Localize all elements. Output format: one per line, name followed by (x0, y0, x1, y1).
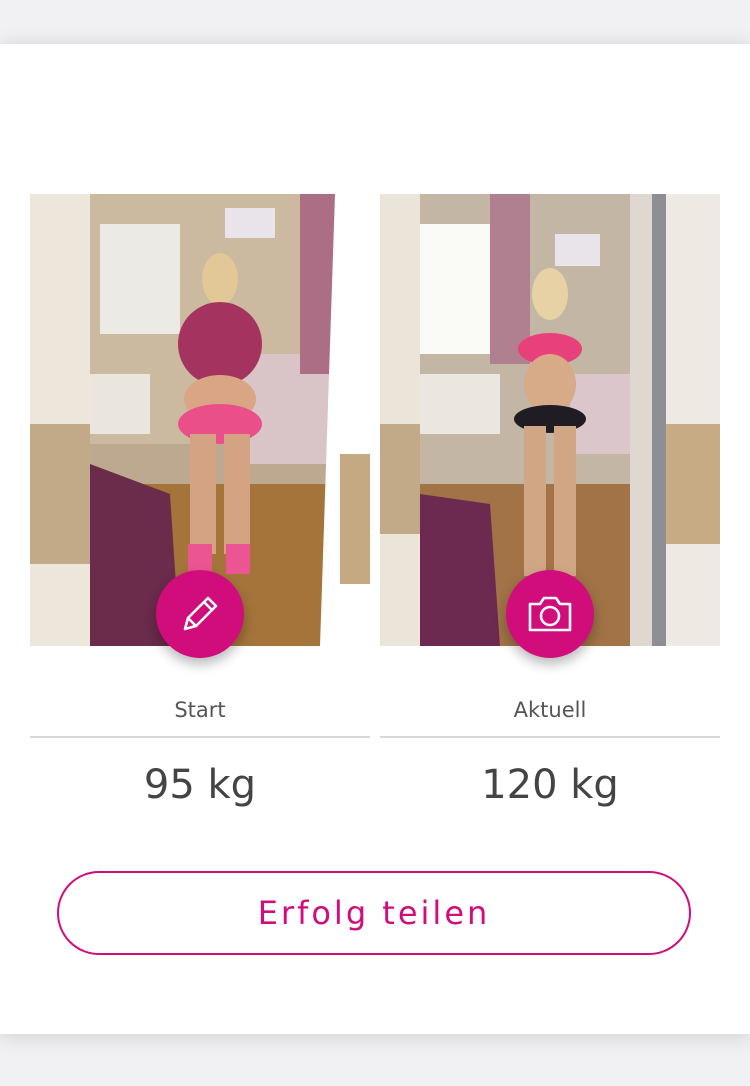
start-weight: 95 kg (143, 762, 257, 808)
pencil-icon (183, 596, 218, 631)
current-divider (380, 736, 720, 738)
start-label: Start (174, 698, 226, 722)
progress-card: Start Aktuell 95 kg 120 kg Erfolg teilen (0, 44, 750, 1034)
take-photo-button[interactable] (506, 570, 594, 658)
edit-start-button[interactable] (156, 570, 244, 658)
current-label: Aktuell (513, 698, 587, 722)
camera-icon (528, 596, 572, 632)
share-success-button[interactable]: Erfolg teilen (57, 871, 691, 955)
start-divider (30, 736, 370, 738)
current-weight: 120 kg (481, 762, 619, 808)
